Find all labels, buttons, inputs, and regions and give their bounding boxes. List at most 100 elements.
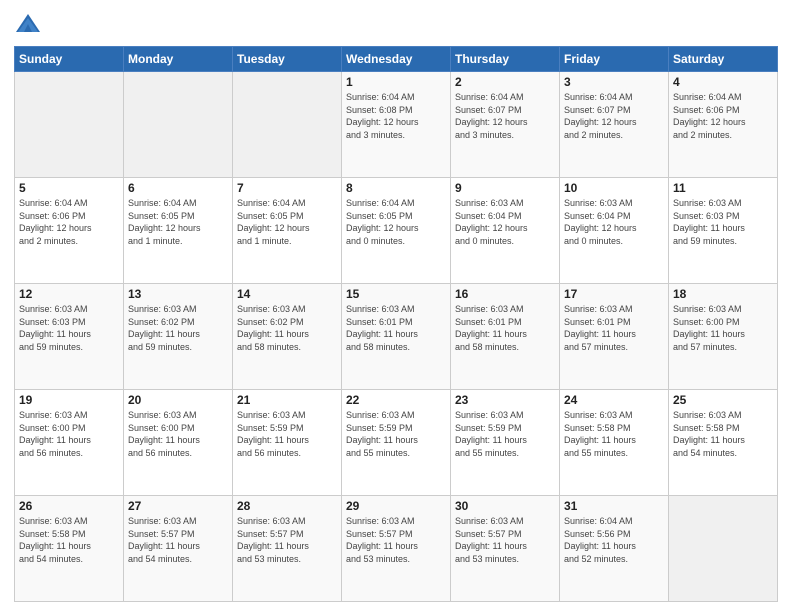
calendar-cell: 5Sunrise: 6:04 AM Sunset: 6:06 PM Daylig… bbox=[15, 178, 124, 284]
calendar-week-row: 1Sunrise: 6:04 AM Sunset: 6:08 PM Daylig… bbox=[15, 72, 778, 178]
day-info: Sunrise: 6:03 AM Sunset: 6:01 PM Dayligh… bbox=[564, 303, 664, 353]
day-number: 31 bbox=[564, 499, 664, 513]
day-number: 30 bbox=[455, 499, 555, 513]
calendar-cell: 29 Sunrise: 6:03 AM Sunset: 5:57 PM Dayli… bbox=[342, 496, 451, 602]
day-info: Sunrise: 6:03 AM Sunset: 5:57 PM Dayligh… bbox=[237, 515, 337, 565]
calendar-week-row: 12 Sunrise: 6:03 AM Sunset: 6:03 PM Dayli… bbox=[15, 284, 778, 390]
day-number: 18 bbox=[673, 287, 773, 301]
day-info: Sunrise: 6:04 AM Sunset: 6:05 PM Dayligh… bbox=[237, 197, 337, 247]
day-info: Sunrise: 6:03 AM Sunset: 6:02 PM Dayligh… bbox=[237, 303, 337, 353]
calendar-header: SundayMondayTuesdayWednesdayThursdayFrid… bbox=[15, 47, 778, 72]
day-info: Sunrise: 6:03 AM Sunset: 6:03 PM Dayligh… bbox=[673, 197, 773, 247]
calendar-cell: 30 Sunrise: 6:03 AM Sunset: 5:57 PM Dayli… bbox=[451, 496, 560, 602]
day-info: Sunrise: 6:03 AM Sunset: 5:59 PM Dayligh… bbox=[346, 409, 446, 459]
calendar-cell: 15 Sunrise: 6:03 AM Sunset: 6:01 PM Dayli… bbox=[342, 284, 451, 390]
calendar-cell: 6 Sunrise: 6:04 AM Sunset: 6:05 PM Daylig… bbox=[124, 178, 233, 284]
day-info: Sunrise: 6:03 AM Sunset: 5:57 PM Dayligh… bbox=[455, 515, 555, 565]
day-number: 3 bbox=[564, 75, 664, 89]
weekday-header-monday: Monday bbox=[124, 47, 233, 72]
day-info: Sunrise: 6:03 AM Sunset: 6:01 PM Dayligh… bbox=[346, 303, 446, 353]
day-number: 9 bbox=[455, 181, 555, 195]
day-number: 23 bbox=[455, 393, 555, 407]
day-number: 28 bbox=[237, 499, 337, 513]
day-number: 6 bbox=[128, 181, 228, 195]
calendar-cell bbox=[124, 72, 233, 178]
calendar-cell: 26Sunrise: 6:03 AM Sunset: 5:58 PM Dayli… bbox=[15, 496, 124, 602]
calendar-week-row: 26Sunrise: 6:03 AM Sunset: 5:58 PM Dayli… bbox=[15, 496, 778, 602]
calendar-cell: 2Sunrise: 6:04 AM Sunset: 6:07 PM Daylig… bbox=[451, 72, 560, 178]
calendar-cell: 13 Sunrise: 6:03 AM Sunset: 6:02 PM Dayli… bbox=[124, 284, 233, 390]
day-info: Sunrise: 6:03 AM Sunset: 5:59 PM Dayligh… bbox=[455, 409, 555, 459]
day-number: 2 bbox=[455, 75, 555, 89]
calendar-cell: 17 Sunrise: 6:03 AM Sunset: 6:01 PM Dayli… bbox=[560, 284, 669, 390]
weekday-header-saturday: Saturday bbox=[669, 47, 778, 72]
day-number: 10 bbox=[564, 181, 664, 195]
day-info: Sunrise: 6:03 AM Sunset: 6:03 PM Dayligh… bbox=[19, 303, 119, 353]
day-info: Sunrise: 6:03 AM Sunset: 6:04 PM Dayligh… bbox=[564, 197, 664, 247]
calendar-table: SundayMondayTuesdayWednesdayThursdayFrid… bbox=[14, 46, 778, 602]
calendar-cell: 9 Sunrise: 6:03 AM Sunset: 6:04 PM Daylig… bbox=[451, 178, 560, 284]
weekday-header-row: SundayMondayTuesdayWednesdayThursdayFrid… bbox=[15, 47, 778, 72]
day-number: 19 bbox=[19, 393, 119, 407]
day-info: Sunrise: 6:03 AM Sunset: 5:57 PM Dayligh… bbox=[128, 515, 228, 565]
calendar-week-row: 5Sunrise: 6:04 AM Sunset: 6:06 PM Daylig… bbox=[15, 178, 778, 284]
day-number: 15 bbox=[346, 287, 446, 301]
day-info: Sunrise: 6:03 AM Sunset: 6:00 PM Dayligh… bbox=[673, 303, 773, 353]
day-info: Sunrise: 6:04 AM Sunset: 6:05 PM Dayligh… bbox=[128, 197, 228, 247]
calendar-cell: 31 Sunrise: 6:04 AM Sunset: 5:56 PM Dayli… bbox=[560, 496, 669, 602]
day-number: 11 bbox=[673, 181, 773, 195]
calendar-cell: 21Sunrise: 6:03 AM Sunset: 5:59 PM Dayli… bbox=[233, 390, 342, 496]
day-number: 29 bbox=[346, 499, 446, 513]
calendar-cell: 25Sunrise: 6:03 AM Sunset: 5:58 PM Dayli… bbox=[669, 390, 778, 496]
calendar-cell: 28 Sunrise: 6:03 AM Sunset: 5:57 PM Dayli… bbox=[233, 496, 342, 602]
day-info: Sunrise: 6:03 AM Sunset: 6:02 PM Dayligh… bbox=[128, 303, 228, 353]
day-info: Sunrise: 6:03 AM Sunset: 5:58 PM Dayligh… bbox=[673, 409, 773, 459]
calendar-cell: 24 Sunrise: 6:03 AM Sunset: 5:58 PM Dayli… bbox=[560, 390, 669, 496]
calendar-cell: 11 Sunrise: 6:03 AM Sunset: 6:03 PM Dayli… bbox=[669, 178, 778, 284]
day-number: 13 bbox=[128, 287, 228, 301]
logo bbox=[14, 10, 44, 38]
day-number: 12 bbox=[19, 287, 119, 301]
header bbox=[14, 10, 778, 38]
calendar-body: 1Sunrise: 6:04 AM Sunset: 6:08 PM Daylig… bbox=[15, 72, 778, 602]
calendar-cell: 14 Sunrise: 6:03 AM Sunset: 6:02 PM Dayli… bbox=[233, 284, 342, 390]
calendar-cell: 1Sunrise: 6:04 AM Sunset: 6:08 PM Daylig… bbox=[342, 72, 451, 178]
day-number: 26 bbox=[19, 499, 119, 513]
day-info: Sunrise: 6:03 AM Sunset: 5:57 PM Dayligh… bbox=[346, 515, 446, 565]
day-info: Sunrise: 6:04 AM Sunset: 5:56 PM Dayligh… bbox=[564, 515, 664, 565]
day-number: 1 bbox=[346, 75, 446, 89]
calendar-cell bbox=[15, 72, 124, 178]
day-info: Sunrise: 6:03 AM Sunset: 6:04 PM Dayligh… bbox=[455, 197, 555, 247]
day-number: 5 bbox=[19, 181, 119, 195]
day-number: 7 bbox=[237, 181, 337, 195]
weekday-header-wednesday: Wednesday bbox=[342, 47, 451, 72]
calendar-cell: 10 Sunrise: 6:03 AM Sunset: 6:04 PM Dayli… bbox=[560, 178, 669, 284]
weekday-header-tuesday: Tuesday bbox=[233, 47, 342, 72]
day-number: 8 bbox=[346, 181, 446, 195]
day-number: 20 bbox=[128, 393, 228, 407]
calendar-cell: 4Sunrise: 6:04 AM Sunset: 6:06 PM Daylig… bbox=[669, 72, 778, 178]
calendar-cell: 20Sunrise: 6:03 AM Sunset: 6:00 PM Dayli… bbox=[124, 390, 233, 496]
page: SundayMondayTuesdayWednesdayThursdayFrid… bbox=[0, 0, 792, 612]
day-info: Sunrise: 6:03 AM Sunset: 5:58 PM Dayligh… bbox=[564, 409, 664, 459]
weekday-header-thursday: Thursday bbox=[451, 47, 560, 72]
calendar-cell bbox=[669, 496, 778, 602]
day-info: Sunrise: 6:04 AM Sunset: 6:07 PM Dayligh… bbox=[564, 91, 664, 141]
day-number: 27 bbox=[128, 499, 228, 513]
calendar-cell bbox=[233, 72, 342, 178]
day-number: 16 bbox=[455, 287, 555, 301]
calendar-cell: 19Sunrise: 6:03 AM Sunset: 6:00 PM Dayli… bbox=[15, 390, 124, 496]
day-info: Sunrise: 6:04 AM Sunset: 6:05 PM Dayligh… bbox=[346, 197, 446, 247]
calendar-week-row: 19Sunrise: 6:03 AM Sunset: 6:00 PM Dayli… bbox=[15, 390, 778, 496]
day-number: 24 bbox=[564, 393, 664, 407]
calendar-cell: 12 Sunrise: 6:03 AM Sunset: 6:03 PM Dayli… bbox=[15, 284, 124, 390]
day-info: Sunrise: 6:04 AM Sunset: 6:06 PM Dayligh… bbox=[673, 91, 773, 141]
day-number: 21 bbox=[237, 393, 337, 407]
day-info: Sunrise: 6:03 AM Sunset: 6:01 PM Dayligh… bbox=[455, 303, 555, 353]
logo-icon bbox=[14, 10, 42, 38]
day-number: 14 bbox=[237, 287, 337, 301]
calendar-cell: 23 Sunrise: 6:03 AM Sunset: 5:59 PM Dayli… bbox=[451, 390, 560, 496]
calendar-cell: 8 Sunrise: 6:04 AM Sunset: 6:05 PM Daylig… bbox=[342, 178, 451, 284]
day-number: 17 bbox=[564, 287, 664, 301]
weekday-header-friday: Friday bbox=[560, 47, 669, 72]
